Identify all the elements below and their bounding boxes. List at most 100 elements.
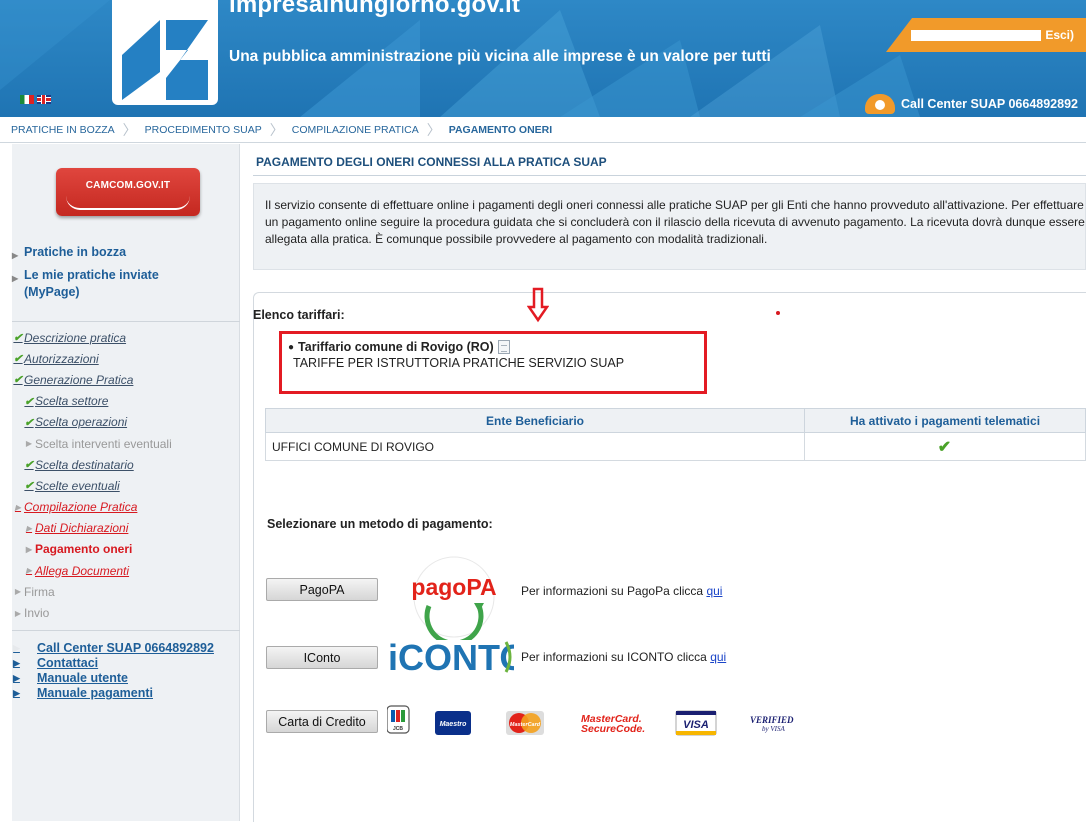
red-dot-marker [776,311,780,315]
triangle-right-icon: ▶ [13,658,20,668]
sidebar-item-pratiche-bozza[interactable]: ▶ Pratiche in bozza [12,244,194,264]
triangle-right-icon: ▶ [25,439,33,449]
step-scelte-eventuali[interactable]: ✔ Scelte eventuali [12,475,172,496]
step-firma: ▶ Firma [12,581,172,602]
breadcrumb-item[interactable]: PROCEDIMENTO SUAP 〉 [145,120,292,140]
intro-text: Il servizio consente di effettuare onlin… [253,183,1086,270]
sidebar-call-center-link[interactable]: ▶ Call Center SUAP 0664892892 [12,641,214,656]
table-row: UFFICI COMUNE DI ROVIGO ✔ [265,432,1086,461]
call-center-header: Call Center SUAP 0664892892 [865,94,1078,114]
site-tagline: Una pubblica amministrazione più vicina … [229,48,771,65]
pagopa-info-link[interactable]: qui [706,584,722,598]
card-logos: JCB Maestro MasterCard MasterCard. Secur… [387,705,794,736]
step-scelta-destinatario[interactable]: ✔ Scelta destinatario [12,454,172,475]
page-title: PAGAMENTO DEGLI ONERI CONNESSI ALLA PRAT… [256,155,607,169]
link-label[interactable]: Call Center SUAP 0664892892 [37,641,214,656]
step-scelta-settore[interactable]: ✔ Scelta settore [12,391,172,412]
sidebar-item-label[interactable]: Pratiche in bozza [24,244,126,264]
ente-name-cell: UFFICI COMUNE DI ROVIGO [265,432,805,461]
mastercard-logo-text: MasterCard [510,722,541,728]
step-label[interactable]: Descrizione pratica [24,331,126,345]
breadcrumb-label[interactable]: COMPILAZIONE PRATICA [292,124,419,136]
check-icon: ✔ [24,395,34,408]
annotation-arrow-down-icon [527,287,549,323]
visa-logo-text: VISA [683,719,709,731]
step-invio: ▶ Invio [12,602,172,623]
step-allega-documenti[interactable]: ▶ Allega Documenti [12,560,172,581]
logout-link[interactable]: Esci) [1045,28,1074,42]
link-label[interactable]: Manuale utente [37,671,128,686]
step-label[interactable]: Scelta destinatario [35,458,134,472]
pagopa-info: Per informazioni su PagoPa clicca qui [521,584,722,598]
step-label[interactable]: Compilazione Pratica [24,500,137,514]
step-label: Invio [24,606,50,621]
step-dati-dichiarazioni[interactable]: ▶ Dati Dichiarazioni [12,518,172,539]
arrow-right-icon: ▶ [12,274,19,283]
step-label: Scelta interventi eventuali [35,436,172,451]
pagopa-button[interactable]: PagoPA [266,578,378,601]
sidebar-manuale-utente-link[interactable]: ▶ Manuale utente [12,671,214,686]
sidebar-item-label[interactable]: Le mie pratiche inviate (MyPage) [24,267,194,301]
sidebar-divider [12,630,240,631]
step-label[interactable]: Scelta operazioni [35,415,127,429]
maestro-logo-text: Maestro [440,721,468,728]
column-header: Ente Beneficiario [265,408,805,433]
maestro-logo: Maestro [435,711,471,735]
verified-by-visa-logo: VERIFIED by VISA [750,715,794,733]
step-compilazione-pratica[interactable]: ▶ Compilazione Pratica [12,497,172,518]
iconto-button[interactable]: IConto [266,646,378,669]
triangle-right-icon: ▶ [13,643,20,653]
site-logo[interactable] [112,0,218,105]
step-label[interactable]: Dati Dichiarazioni [35,521,128,535]
site-name: impresainungiorno.gov.it [229,0,521,18]
breadcrumb-item[interactable]: PRATICHE IN BOZZA 〉 [11,120,145,140]
step-label[interactable]: Generazione Pratica [24,373,133,387]
iconto-logo-text: iCONTO [388,637,514,678]
vbv-line1: VERIFIED [750,715,794,725]
phone-icon [865,94,896,114]
triangle-right-icon: ▶ [13,688,20,698]
step-label[interactable]: Scelta settore [35,394,108,408]
step-scelta-operazioni[interactable]: ✔ Scelta operazioni [12,412,172,433]
breadcrumb-label[interactable]: PROCEDIMENTO SUAP [145,124,262,136]
uk-flag-icon[interactable] [37,95,51,104]
document-icon[interactable] [497,340,510,354]
triangle-right-icon: ▶ [14,502,22,512]
triangle-right-icon: ▶ [25,544,33,554]
camcom-button[interactable]: CAMCOM.GOV.IT [56,168,200,216]
link-label[interactable]: Contattaci [37,656,98,671]
check-icon: ✔ [804,432,1086,461]
tariff-heading: Elenco tariffari: [253,308,345,322]
tariff-highlight-box: ● Tariffario comune di Rovigo (RO) TARIF… [279,331,707,394]
link-label[interactable]: Manuale pagamenti [37,686,153,701]
breadcrumb-item[interactable]: COMPILAZIONE PRATICA 〉 [292,120,449,140]
step-label[interactable]: Allega Documenti [35,564,129,578]
tariff-item: ● Tariffario comune di Rovigo (RO) [288,340,704,354]
main-content: PAGAMENTO DEGLI ONERI CONNESSI ALLA PRAT… [241,144,1086,822]
step-label[interactable]: Scelte eventuali [35,479,120,493]
mastercard-logo: MasterCard [506,711,544,735]
step-descrizione-pratica[interactable]: ✔ Descrizione pratica [12,327,172,348]
check-icon: ✔ [24,480,34,493]
mc-secure-line2: SecureCode. [581,723,645,735]
credit-card-button[interactable]: Carta di Credito [266,710,378,733]
triangle-right-icon: ▶ [25,566,33,576]
step-generazione-pratica[interactable]: ✔ Generazione Pratica [12,369,172,390]
sidebar-item-pratiche-inviate[interactable]: ▶ Le mie pratiche inviate (MyPage) [12,267,194,301]
italian-flag-icon[interactable] [20,95,34,104]
iconto-info-link[interactable]: qui [710,650,726,664]
breadcrumb-label[interactable]: PRATICHE IN BOZZA [11,124,115,136]
sidebar-divider [12,321,240,322]
breadcrumb: PRATICHE IN BOZZA 〉 PROCEDIMENTO SUAP 〉 … [0,117,1086,143]
user-name-redacted [911,30,1041,41]
step-label[interactable]: Autorizzazioni [24,352,99,366]
arrow-right-icon: ▶ [12,251,19,260]
sidebar-manuale-pagamenti-link[interactable]: ▶ Manuale pagamenti [12,686,214,701]
breadcrumb-label: PAGAMENTO ONERI [448,123,553,136]
iconto-logo: iCONTO [388,637,514,678]
sidebar-contattaci-link[interactable]: ▶ Contattaci [12,656,214,671]
step-autorizzazioni[interactable]: ✔ Autorizzazioni [12,348,172,369]
triangle-right-icon: ▶ [25,523,33,533]
column-header: Ha attivato i pagamenti telematici [804,408,1086,433]
sidebar-links: ▶ Pratiche in bozza ▶ Le mie pratiche in… [12,244,194,304]
